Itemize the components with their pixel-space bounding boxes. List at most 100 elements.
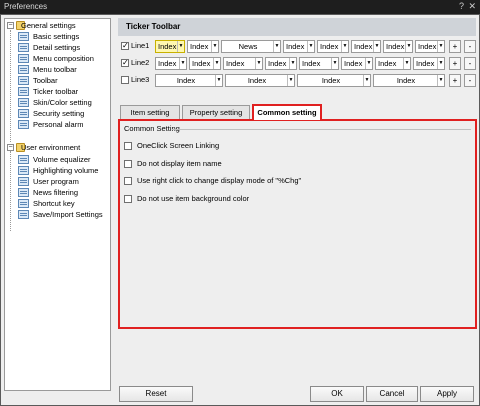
- page-icon: [18, 109, 29, 118]
- line-label: Line3: [131, 75, 150, 84]
- option-checkbox[interactable]: [124, 195, 132, 203]
- add-item-button[interactable]: +: [449, 74, 461, 87]
- tree-item-skin-color-setting[interactable]: Skin/Color setting: [18, 97, 110, 108]
- line2-item-dropdown-4[interactable]: Index ▼: [265, 57, 297, 70]
- tree-item-label: Personal alarm: [33, 120, 84, 129]
- tree-item-ticker-toolbar[interactable]: Ticker toolbar: [18, 86, 110, 97]
- tree-item-detail-settings[interactable]: Detail settings: [18, 42, 110, 53]
- tab-property-setting[interactable]: Property setting: [182, 105, 250, 120]
- line1-item-dropdown-8[interactable]: Index ▼: [415, 40, 445, 53]
- help-icon[interactable]: ?: [459, 1, 464, 11]
- line1-checkbox[interactable]: ✓: [121, 42, 129, 50]
- reset-button[interactable]: Reset: [119, 386, 193, 402]
- chevron-down-icon: ▼: [405, 41, 412, 52]
- tree-group-user-environment[interactable]: − User environment: [7, 142, 110, 153]
- line1-item-dropdown-6[interactable]: Index ▼: [351, 40, 381, 53]
- tree-item-label: Highlighting volume: [33, 166, 99, 175]
- line2-item-dropdown-2[interactable]: Index ▼: [189, 57, 221, 70]
- add-item-button[interactable]: +: [449, 40, 461, 53]
- tree-group-general[interactable]: − General settings: [7, 20, 110, 31]
- chevron-down-icon: ▼: [331, 58, 338, 69]
- tree-item-shortcut-key[interactable]: Shortcut key: [18, 198, 110, 209]
- common-setting-panel: Common Setting OneClick Screen Linking D…: [118, 119, 477, 329]
- tree-item-user-program[interactable]: User program: [18, 176, 110, 187]
- ok-button[interactable]: OK: [310, 386, 364, 402]
- option-checkbox[interactable]: [124, 160, 132, 168]
- line1-item-dropdown-2[interactable]: Index ▼: [187, 40, 219, 53]
- line1-item-dropdown-1[interactable]: Index ▼: [155, 40, 185, 53]
- line2-checkbox[interactable]: ✓: [121, 59, 129, 67]
- tree-item-menu-toolbar[interactable]: Menu toolbar: [18, 64, 110, 75]
- tree-item-news-filtering[interactable]: News filtering: [18, 187, 110, 198]
- option-checkbox[interactable]: [124, 177, 132, 185]
- tab-item-setting[interactable]: Item setting: [120, 105, 180, 120]
- page-icon: [18, 76, 29, 85]
- remove-item-button[interactable]: -: [464, 74, 476, 87]
- collapse-icon[interactable]: −: [7, 144, 14, 151]
- line1-item-dropdown-5[interactable]: Index ▼: [317, 40, 349, 53]
- page-icon: [18, 199, 29, 208]
- tree-item-label: Shortcut key: [33, 199, 75, 208]
- tree-item-save-import-settings[interactable]: Save/Import Settings: [18, 209, 110, 220]
- add-item-button[interactable]: +: [449, 57, 461, 70]
- tree-item-menu-composition[interactable]: Menu composition: [18, 53, 110, 64]
- line3-item-dropdown-3[interactable]: Index ▼: [297, 74, 371, 87]
- cancel-button[interactable]: Cancel: [366, 386, 418, 402]
- line2-item-dropdown-5[interactable]: Index ▼: [299, 57, 339, 70]
- option-checkbox[interactable]: [124, 142, 132, 150]
- option-label: OneClick Screen Linking: [137, 141, 220, 150]
- line3-checkbox[interactable]: [121, 76, 129, 84]
- chevron-down-icon: ▼: [373, 41, 380, 52]
- line2-item-dropdown-8[interactable]: Index ▼: [413, 57, 445, 70]
- collapse-icon[interactable]: −: [7, 22, 14, 29]
- blank-area: [118, 331, 477, 391]
- line1-item-dropdown-7[interactable]: Index ▼: [383, 40, 413, 53]
- window-title: Preferences: [4, 2, 48, 11]
- group-divider: [172, 129, 471, 130]
- tree-item-label: Security setting: [33, 109, 85, 118]
- line-label: Line2: [131, 58, 150, 67]
- chevron-down-icon: ▼: [213, 58, 220, 69]
- line2-item-dropdown-7[interactable]: Index ▼: [375, 57, 411, 70]
- close-icon[interactable]: ✕: [468, 1, 476, 12]
- line2-item-dropdown-3[interactable]: Index ▼: [223, 57, 263, 70]
- tree-item-label: News filtering: [33, 188, 79, 197]
- chevron-down-icon: ▼: [365, 58, 372, 69]
- remove-item-button[interactable]: -: [464, 40, 476, 53]
- tree-item-personal-alarm[interactable]: Personal alarm: [18, 119, 110, 130]
- chevron-down-icon: ▼: [341, 41, 348, 52]
- chevron-down-icon: ▼: [255, 58, 262, 69]
- tree-item-highlighting-volume[interactable]: Highlighting volume: [18, 165, 110, 176]
- ticker-line-1: ✓ Line1 Index ▼ Index ▼ News ▼ Index ▼ Index…: [119, 39, 477, 54]
- title-bar: Preferences ? ✕: [0, 0, 480, 14]
- chevron-down-icon: ▼: [289, 58, 296, 69]
- ticker-line-3: Line3 Index ▼ Index ▼ Index ▼ Index ▼ + -: [119, 73, 477, 88]
- line3-item-dropdown-4[interactable]: Index ▼: [373, 74, 445, 87]
- tree-item-label: User program: [33, 177, 79, 186]
- line1-item-dropdown-4[interactable]: Index ▼: [283, 40, 315, 53]
- line3-item-dropdown-1[interactable]: Index ▼: [155, 74, 223, 87]
- apply-button[interactable]: Apply: [420, 386, 474, 402]
- tree-item-toolbar[interactable]: Toolbar: [18, 75, 110, 86]
- line-label: Line1: [131, 41, 150, 50]
- tree-item-security-setting[interactable]: Security setting: [18, 108, 110, 119]
- chevron-down-icon: ▼: [437, 41, 444, 52]
- tree-item-label: Ticker toolbar: [33, 87, 79, 96]
- line3-item-dropdown-2[interactable]: Index ▼: [225, 74, 295, 87]
- panel-title: Ticker Toolbar: [118, 18, 476, 36]
- tree-item-volume-equalizer[interactable]: Volume equalizer: [18, 154, 110, 165]
- tree-item-label: Menu composition: [33, 54, 94, 63]
- tree-item-label: Toolbar: [33, 76, 58, 85]
- line2-item-dropdown-1[interactable]: Index ▼: [155, 57, 187, 70]
- preferences-window: − General settings Basic settings Detail…: [0, 14, 480, 406]
- page-icon: [18, 166, 29, 175]
- line2-item-dropdown-6[interactable]: Index ▼: [341, 57, 373, 70]
- remove-item-button[interactable]: -: [464, 57, 476, 70]
- tree-item-basic-settings[interactable]: Basic settings: [18, 31, 110, 42]
- line1-item-dropdown-3[interactable]: News ▼: [221, 40, 281, 53]
- tab-common-setting[interactable]: Common setting: [252, 104, 322, 120]
- chevron-down-icon: ▼: [211, 41, 218, 52]
- page-icon: [18, 54, 29, 63]
- chevron-down-icon: ▼: [437, 75, 444, 86]
- tree-item-label: Basic settings: [33, 32, 80, 41]
